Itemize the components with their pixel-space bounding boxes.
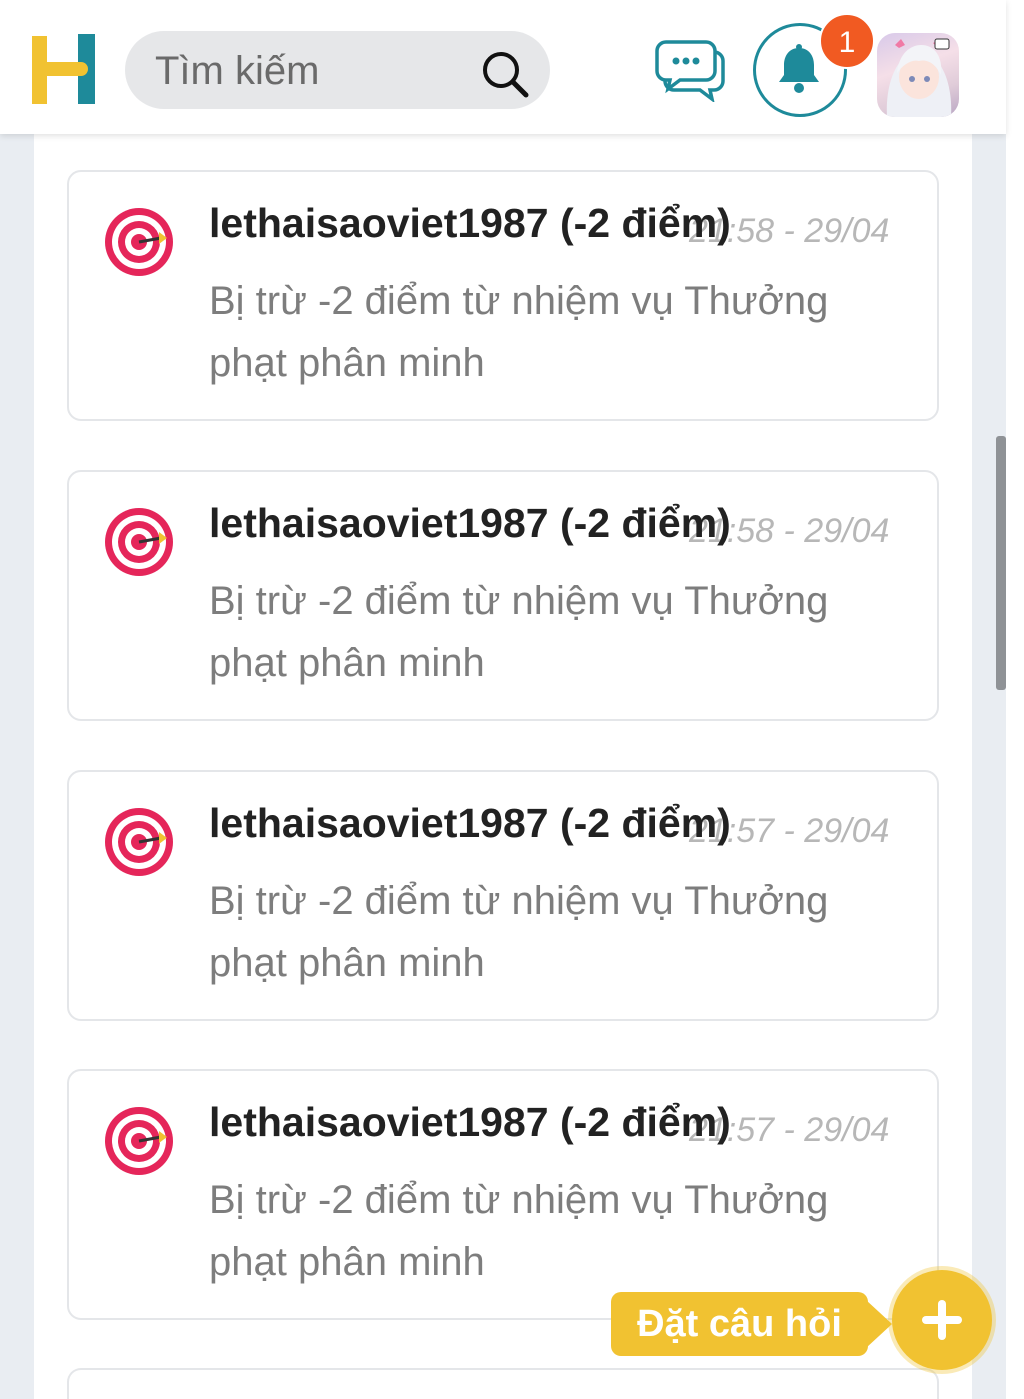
notification-message: Bị trừ -2 điểm từ nhiệm vụ Thưởng phạt p… <box>209 279 829 385</box>
ask-question-button[interactable]: Đặt câu hỏi <box>611 1292 868 1356</box>
notification-title: lethaisaoviet1987 (-2 điểm) <box>209 800 731 846</box>
notification-item[interactable] <box>67 1368 939 1399</box>
plus-icon <box>922 1300 962 1340</box>
notification-message: Bị trừ -2 điểm từ nhiệm vụ Thưởng phạt p… <box>209 579 829 685</box>
notification-title: lethaisaoviet1987 (-2 điểm) <box>209 200 731 246</box>
notification-item[interactable]: lethaisaoviet1987 (-2 điểm) 21:57 - 29/0… <box>67 1069 939 1320</box>
notification-message: Bị trừ -2 điểm từ nhiệm vụ Thưởng phạt p… <box>209 1178 829 1284</box>
ask-label-pointer <box>866 1300 892 1348</box>
target-icon <box>105 1107 173 1175</box>
search-icon[interactable] <box>480 49 530 99</box>
bell-icon <box>779 44 819 93</box>
target-icon <box>105 808 173 876</box>
page-edge <box>1006 0 1024 1399</box>
target-icon <box>105 208 173 276</box>
chat-bubbles-icon[interactable] <box>654 38 726 102</box>
avatar-image <box>886 38 952 117</box>
notification-count-badge: 1 <box>819 13 875 69</box>
notification-title: lethaisaoviet1987 (-2 điểm) <box>209 500 731 546</box>
ask-question-fab[interactable] <box>892 1270 992 1370</box>
search-bar[interactable] <box>125 31 550 109</box>
top-header: 1 <box>0 0 1006 134</box>
notification-title: lethaisaoviet1987 (-2 điểm) <box>209 1099 731 1145</box>
notification-item[interactable]: lethaisaoviet1987 (-2 điểm) 21:58 - 29/0… <box>67 470 939 721</box>
scrollbar-thumb[interactable] <box>996 436 1006 690</box>
hoc24-logo-icon[interactable] <box>30 32 98 106</box>
notification-message: Bị trừ -2 điểm từ nhiệm vụ Thưởng phạt p… <box>209 879 829 985</box>
target-icon <box>105 508 173 576</box>
user-avatar[interactable] <box>877 33 959 117</box>
search-input[interactable] <box>153 45 477 97</box>
notification-item[interactable]: lethaisaoviet1987 (-2 điểm) 21:57 - 29/0… <box>67 770 939 1021</box>
notification-item[interactable]: lethaisaoviet1987 (-2 điểm) 21:58 - 29/0… <box>67 170 939 421</box>
